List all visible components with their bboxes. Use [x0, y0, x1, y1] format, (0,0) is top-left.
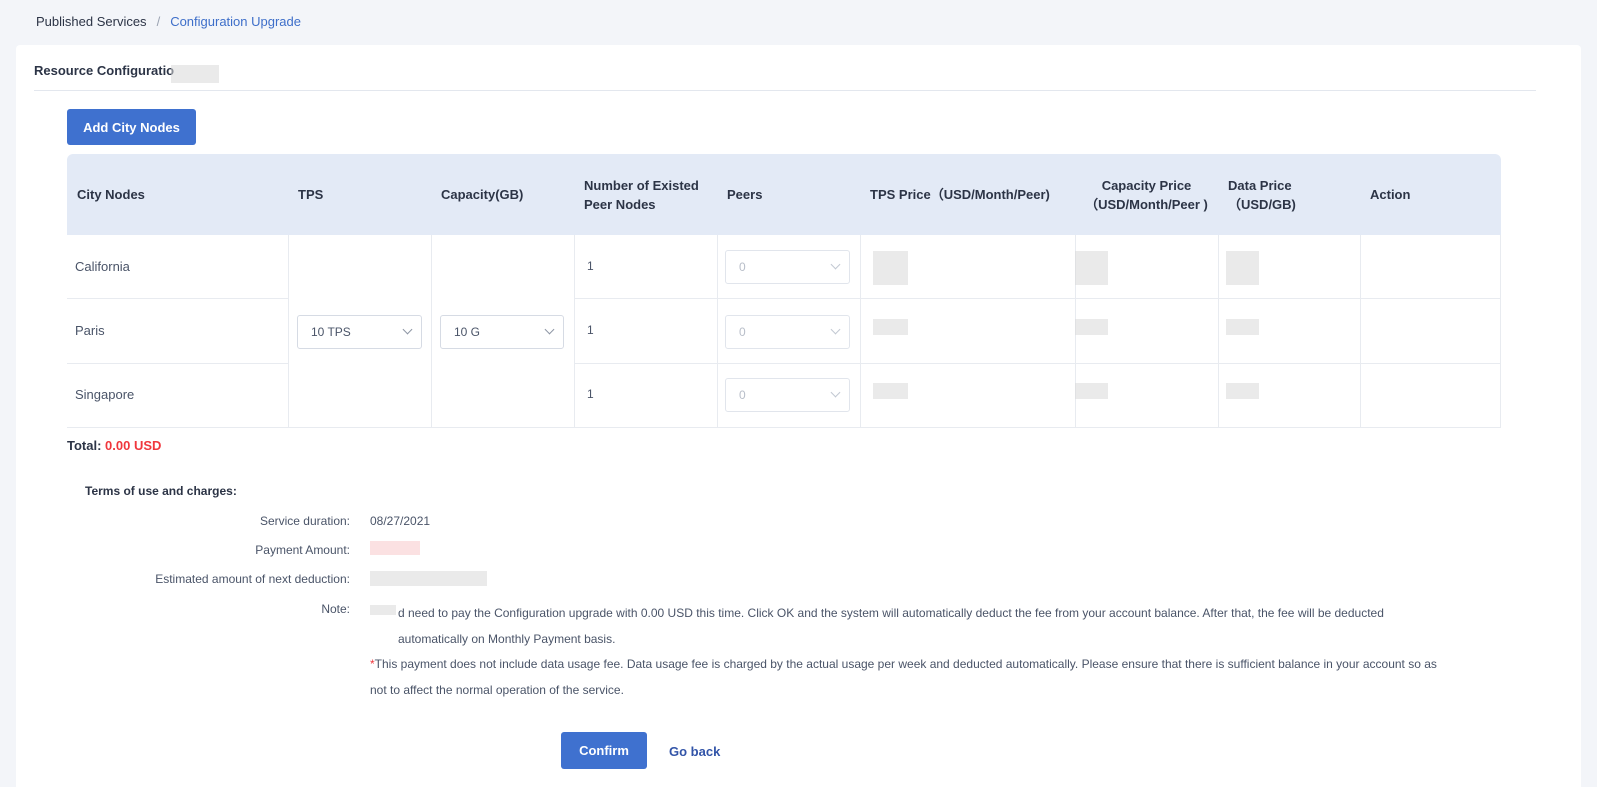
redacted-data-price	[1226, 251, 1259, 285]
col-divider	[288, 235, 289, 428]
col-divider	[860, 235, 861, 428]
row-divider	[574, 298, 1501, 299]
peers-select-value: 0	[739, 260, 746, 274]
redacted-title-suffix	[171, 65, 219, 83]
add-city-nodes-button[interactable]: Add City Nodes	[67, 109, 196, 145]
header-peers: Peers	[727, 187, 763, 202]
tps-select-value: 10 TPS	[311, 325, 351, 339]
redacted-data-price	[1226, 383, 1259, 399]
existed-peers-singapore: 1	[587, 387, 594, 401]
breadcrumb-published-services[interactable]: Published Services	[36, 14, 147, 29]
chevron-down-icon	[830, 324, 841, 335]
note-label: Note:	[321, 602, 350, 616]
chevron-down-icon	[402, 324, 413, 335]
service-duration-label: Service duration:	[259, 514, 350, 528]
header-tps: TPS	[298, 187, 324, 202]
redacted-data-price	[1226, 319, 1259, 335]
col-divider	[1218, 235, 1219, 428]
total-amount: Total: 0.00 USD	[67, 438, 161, 453]
header-capacity-price: Capacity Price （USD/Month/Peer )	[1085, 177, 1208, 212]
row-divider	[574, 363, 1501, 364]
breadcrumb-configuration-upgrade: Configuration Upgrade	[170, 14, 301, 29]
note-warning-text: *This payment does not include data usag…	[370, 652, 1450, 703]
redacted-tps-price	[873, 319, 908, 335]
confirm-button[interactable]: Confirm	[561, 732, 647, 769]
note-payment-text: d need to pay the Configuration upgrade …	[398, 606, 1384, 646]
main-panel: Resource Configuratio Add City Nodes Cit…	[16, 45, 1581, 787]
peers-select-paris[interactable]: 0	[725, 315, 850, 349]
tps-select[interactable]: 10 TPS	[297, 315, 422, 349]
redacted-payment-amount	[370, 541, 420, 555]
header-capacity: Capacity(GB)	[441, 187, 524, 202]
row-divider	[67, 363, 288, 364]
terms-title: Terms of use and charges:	[85, 484, 237, 498]
chevron-down-icon	[830, 259, 841, 270]
redacted-capacity-price	[1075, 251, 1108, 285]
city-name-singapore: Singapore	[75, 387, 135, 402]
col-divider	[431, 235, 432, 428]
row-divider	[67, 427, 1501, 428]
city-name-paris: Paris	[75, 323, 105, 338]
total-label: Total:	[67, 438, 102, 453]
note-warning-content: This payment does not include data usage…	[370, 657, 1437, 697]
header-tps-price: TPS Price（USD/Month/Peer)	[870, 187, 1050, 202]
section-divider	[34, 90, 1536, 91]
peers-select-california[interactable]: 0	[725, 250, 850, 284]
total-value: 0.00 USD	[105, 438, 162, 453]
table-body: California 1 0 Paris 10 TPS 10 G 1 0 Sin…	[67, 235, 1501, 428]
header-action: Action	[1370, 187, 1411, 202]
header-existed-peer-nodes: Number of Existed Peer Nodes	[584, 177, 699, 212]
next-deduction-label: Estimated amount of next deduction:	[155, 572, 350, 586]
col-divider	[1500, 235, 1501, 428]
breadcrumb: Published Services / Configuration Upgra…	[36, 14, 301, 29]
capacity-select[interactable]: 10 G	[440, 315, 564, 349]
redacted-tps-price	[873, 383, 908, 399]
table-header: City Nodes TPS Capacity(GB) Number of Ex…	[67, 154, 1501, 235]
city-name-california: California	[75, 259, 130, 274]
section-title: Resource Configuratio	[34, 63, 175, 78]
redacted-capacity-price	[1075, 383, 1108, 399]
existed-peers-california: 1	[587, 259, 594, 273]
peers-select-singapore[interactable]: 0	[725, 378, 850, 412]
header-city-nodes: City Nodes	[77, 187, 145, 202]
chevron-down-icon	[544, 324, 555, 335]
col-divider	[574, 235, 575, 428]
peers-select-value: 0	[739, 325, 746, 339]
go-back-link[interactable]: Go back	[669, 744, 720, 759]
col-divider	[717, 235, 718, 428]
payment-amount-label: Payment Amount:	[255, 543, 350, 557]
city-nodes-table: City Nodes TPS Capacity(GB) Number of Ex…	[67, 154, 1501, 428]
breadcrumb-separator: /	[156, 14, 161, 29]
chevron-down-icon	[830, 387, 841, 398]
peers-select-value: 0	[739, 388, 746, 402]
capacity-select-value: 10 G	[454, 325, 481, 339]
service-duration-value: 08/27/2021	[370, 514, 431, 528]
row-divider	[67, 298, 288, 299]
redacted-next-deduction	[370, 571, 487, 586]
existed-peers-paris: 1	[587, 323, 594, 337]
header-data-price: Data Price （USD/GB)	[1228, 177, 1296, 212]
col-divider	[1360, 235, 1361, 428]
note-text: d need to pay the Configuration upgrade …	[370, 601, 1450, 703]
redacted-tps-price	[873, 251, 908, 285]
redacted-capacity-price	[1075, 319, 1108, 335]
